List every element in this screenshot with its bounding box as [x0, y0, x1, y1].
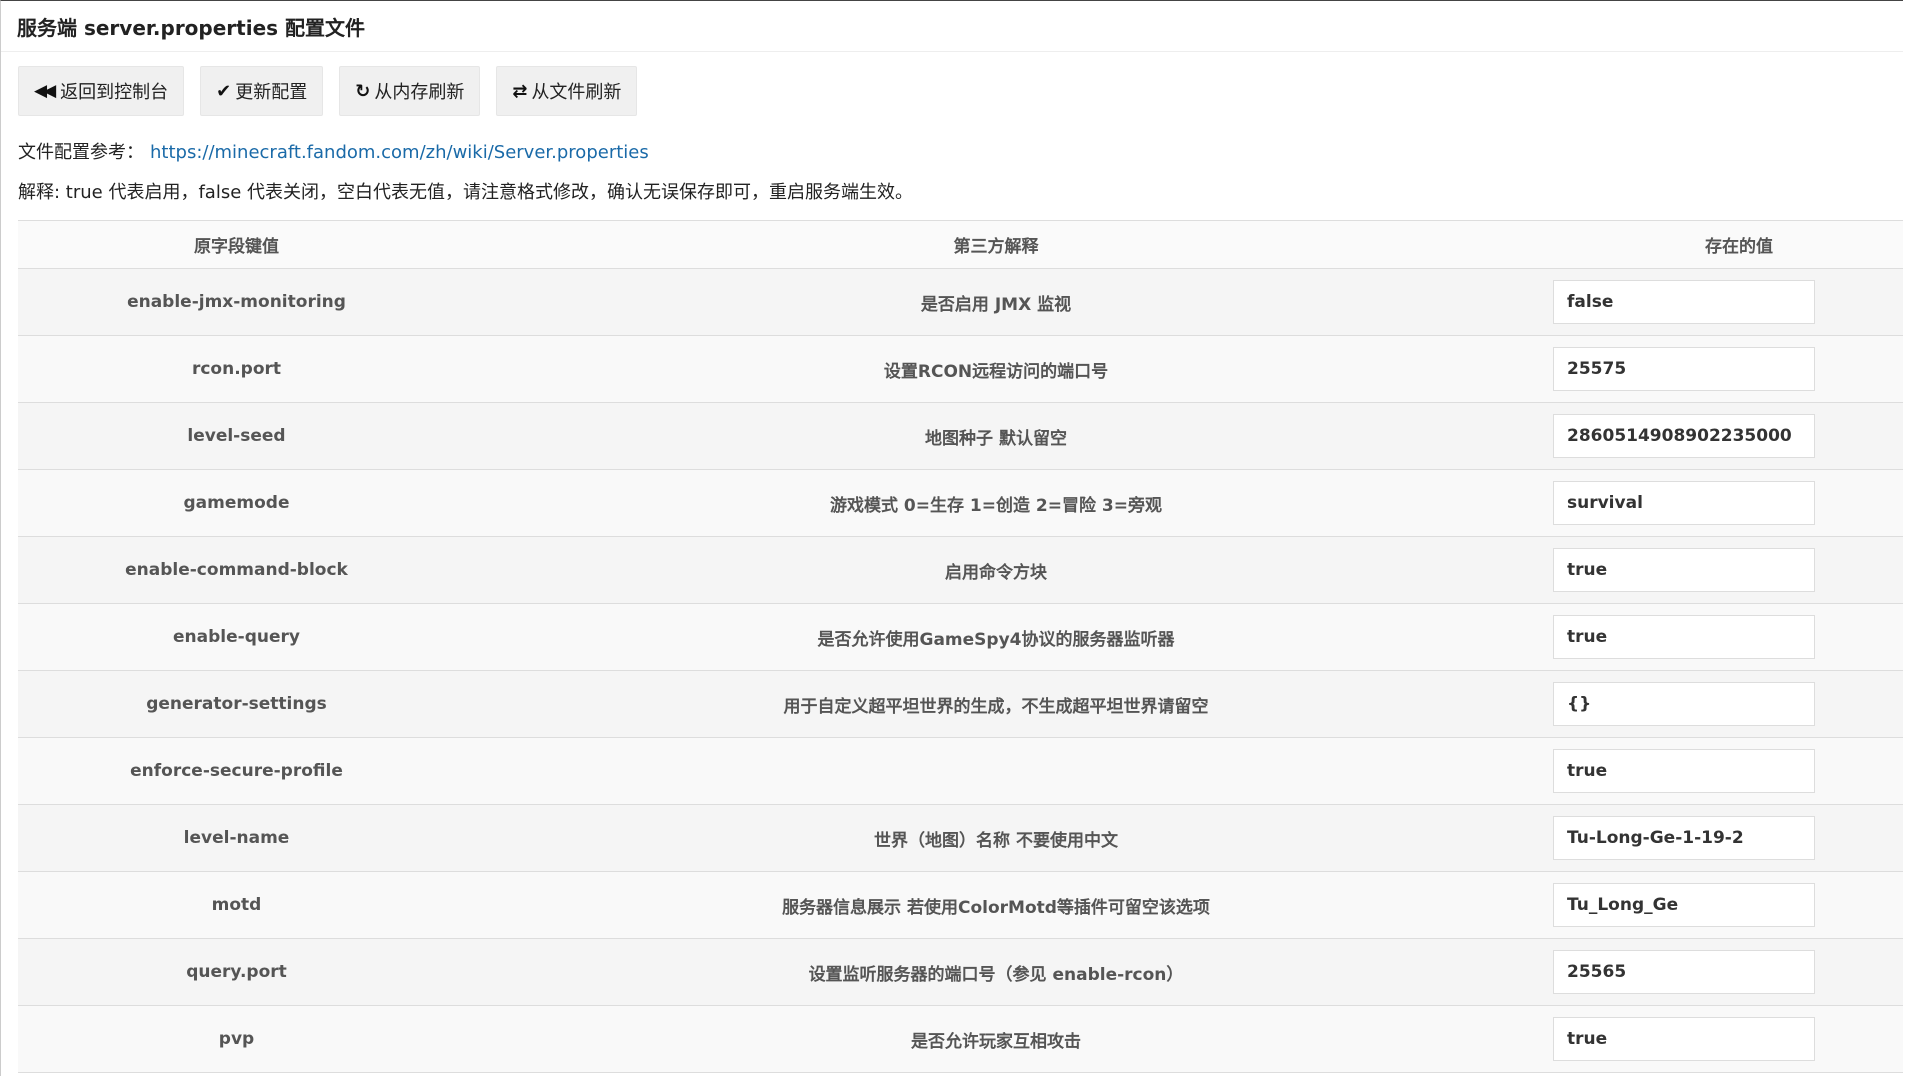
- property-value-cell: [1537, 537, 1903, 604]
- retweet-icon: ⇄: [512, 80, 528, 102]
- property-description: 用于自定义超平坦世界的生成，不生成超平坦世界请留空: [783, 696, 1209, 717]
- table-row: gamemode 游戏模式 0=生存 1=创造 2=冒险 3=旁观: [18, 469, 1903, 537]
- table-row: enable-command-block 启用命令方块: [18, 536, 1903, 604]
- property-description: 设置监听服务器的端口号（参见 enable-rcon）: [808, 964, 1184, 985]
- property-value-input[interactable]: [1553, 347, 1815, 391]
- property-value-cell: [1537, 738, 1903, 805]
- property-key: enforce-secure-profile: [130, 761, 343, 781]
- properties-table: 原字段键值 第三方解释 存在的值 enable-jmx-monitoring 是否…: [18, 220, 1903, 1073]
- property-key: enable-query: [173, 627, 300, 647]
- property-value-cell: [1537, 671, 1903, 738]
- refresh-from-memory-button[interactable]: ↻ 从内存刷新: [339, 66, 481, 116]
- property-value-cell: [1537, 872, 1903, 939]
- property-value-input[interactable]: [1553, 414, 1815, 458]
- update-config-button[interactable]: ✔ 更新配置: [200, 66, 324, 116]
- title-bar: 服务端 server.properties 配置文件: [1, 1, 1903, 52]
- property-key: level-seed: [187, 426, 286, 446]
- explanation-note: 解释: true 代表启用，false 代表关闭，空白代表无值，请注意格式修改，…: [18, 182, 913, 203]
- refresh-memory-button-label: 从内存刷新: [374, 82, 465, 103]
- property-key: level-name: [183, 828, 290, 848]
- checkmark-icon: ✔: [216, 80, 232, 102]
- reference-label: 文件配置参考：: [18, 142, 144, 163]
- refresh-icon: ↻: [355, 80, 371, 102]
- property-value-cell: [1537, 403, 1903, 470]
- property-description: 设置RCON远程访问的端口号: [883, 361, 1109, 382]
- config-page: 服务端 server.properties 配置文件 ◀◀ 返回到控制台 ✔ 更…: [0, 0, 1903, 1076]
- property-key: generator-settings: [146, 694, 327, 714]
- header-value: 存在的值: [1705, 237, 1773, 257]
- property-value-input[interactable]: [1553, 682, 1815, 726]
- reference-line: 文件配置参考： https://minecraft.fandom.com/zh/w…: [18, 138, 1903, 164]
- property-value-input[interactable]: [1553, 816, 1815, 860]
- property-description: [455, 738, 1537, 805]
- property-value-cell: [1537, 470, 1903, 537]
- backward-icon: ◀◀: [34, 81, 56, 101]
- property-value-input[interactable]: [1553, 950, 1815, 994]
- property-key: gamemode: [183, 493, 290, 513]
- toolbar: ◀◀ 返回到控制台 ✔ 更新配置 ↻ 从内存刷新 ⇄ 从文件刷新: [1, 52, 1903, 116]
- back-button-label: 返回到控制台: [60, 82, 169, 103]
- property-key: enable-jmx-monitoring: [127, 292, 346, 312]
- property-value-cell: [1537, 939, 1903, 1006]
- table-row: level-seed 地图种子 默认留空: [18, 402, 1903, 470]
- property-value-input[interactable]: [1553, 481, 1815, 525]
- property-value-input[interactable]: [1553, 280, 1815, 324]
- update-button-label: 更新配置: [235, 82, 308, 103]
- back-to-console-button[interactable]: ◀◀ 返回到控制台: [18, 66, 185, 116]
- property-value-input[interactable]: [1553, 749, 1815, 793]
- table-row: rcon.port 设置RCON远程访问的端口号: [18, 335, 1903, 403]
- refresh-from-file-button[interactable]: ⇄ 从文件刷新: [496, 66, 638, 116]
- property-value-input[interactable]: [1553, 615, 1815, 659]
- property-description: 世界（地图）名称 不要使用中文: [874, 830, 1118, 851]
- table-header-row: 原字段键值 第三方解释 存在的值: [18, 220, 1903, 269]
- page-title: 服务端 server.properties 配置文件: [17, 15, 366, 40]
- property-key: enable-command-block: [125, 560, 348, 580]
- property-value-input[interactable]: [1553, 1017, 1815, 1061]
- property-value-cell: [1537, 805, 1903, 872]
- property-value-cell: [1537, 1006, 1903, 1073]
- property-description: 是否允许玩家互相攻击: [911, 1031, 1081, 1052]
- header-key: 原字段键值: [194, 237, 279, 257]
- property-value-cell: [1537, 269, 1903, 336]
- table-row: generator-settings 用于自定义超平坦世界的生成，不生成超平坦世界…: [18, 670, 1903, 738]
- property-value-cell: [1537, 336, 1903, 403]
- table-row: motd 服务器信息展示 若使用ColorMotd等插件可留空该选项: [18, 871, 1903, 939]
- table-row: enforce-secure-profile: [18, 737, 1903, 805]
- table-row: query.port 设置监听服务器的端口号（参见 enable-rcon）: [18, 938, 1903, 1006]
- property-value-input[interactable]: [1553, 548, 1815, 592]
- property-key: motd: [211, 895, 262, 915]
- property-description: 服务器信息展示 若使用ColorMotd等插件可留空该选项: [782, 897, 1210, 918]
- property-description: 地图种子 默认留空: [925, 428, 1067, 449]
- property-description: 启用命令方块: [945, 562, 1047, 583]
- property-key: rcon.port: [191, 359, 282, 379]
- property-value-cell: [1537, 604, 1903, 671]
- table-row: level-name 世界（地图）名称 不要使用中文: [18, 804, 1903, 872]
- property-description: 是否允许使用GameSpy4协议的服务器监听器: [817, 629, 1175, 650]
- table-row: pvp 是否允许玩家互相攻击: [18, 1005, 1903, 1073]
- property-key: pvp: [218, 1029, 255, 1049]
- property-value-input[interactable]: [1553, 883, 1815, 927]
- property-description: 游戏模式 0=生存 1=创造 2=冒险 3=旁观: [830, 495, 1162, 516]
- table-row: enable-jmx-monitoring 是否启用 JMX 监视: [18, 268, 1903, 336]
- property-key: query.port: [186, 962, 287, 982]
- header-description: 第三方解释: [953, 237, 1039, 257]
- reference-link[interactable]: https://minecraft.fandom.com/zh/wiki/Ser…: [150, 142, 649, 163]
- property-description: 是否启用 JMX 监视: [920, 294, 1072, 315]
- refresh-file-button-label: 从文件刷新: [531, 82, 622, 103]
- table-row: enable-query 是否允许使用GameSpy4协议的服务器监听器: [18, 603, 1903, 671]
